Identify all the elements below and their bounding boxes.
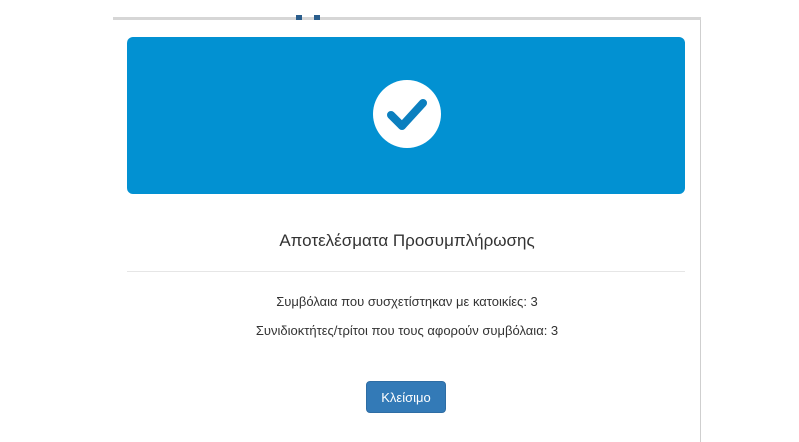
success-banner [127,37,685,194]
check-circle-icon [373,80,441,148]
divider [127,271,685,272]
results-dialog: Αποτελέσματα Προσυμπλήρωσης Συμβόλαια πο… [114,20,700,442]
result-contracts-linked: Συμβόλαια που συσχετίστηκαν με κατοικίες… [276,294,538,309]
dialog-title: Αποτελέσματα Προσυμπλήρωσης [279,231,535,250]
close-button[interactable]: Κλείσιμο [366,381,446,413]
page: Αποτελέσματα Προσυμπλήρωσης Συμβόλαια πο… [0,0,799,442]
result-co-owners: Συνιδιοκτήτες/τρίτοι που τους αφορούν συ… [255,323,559,338]
